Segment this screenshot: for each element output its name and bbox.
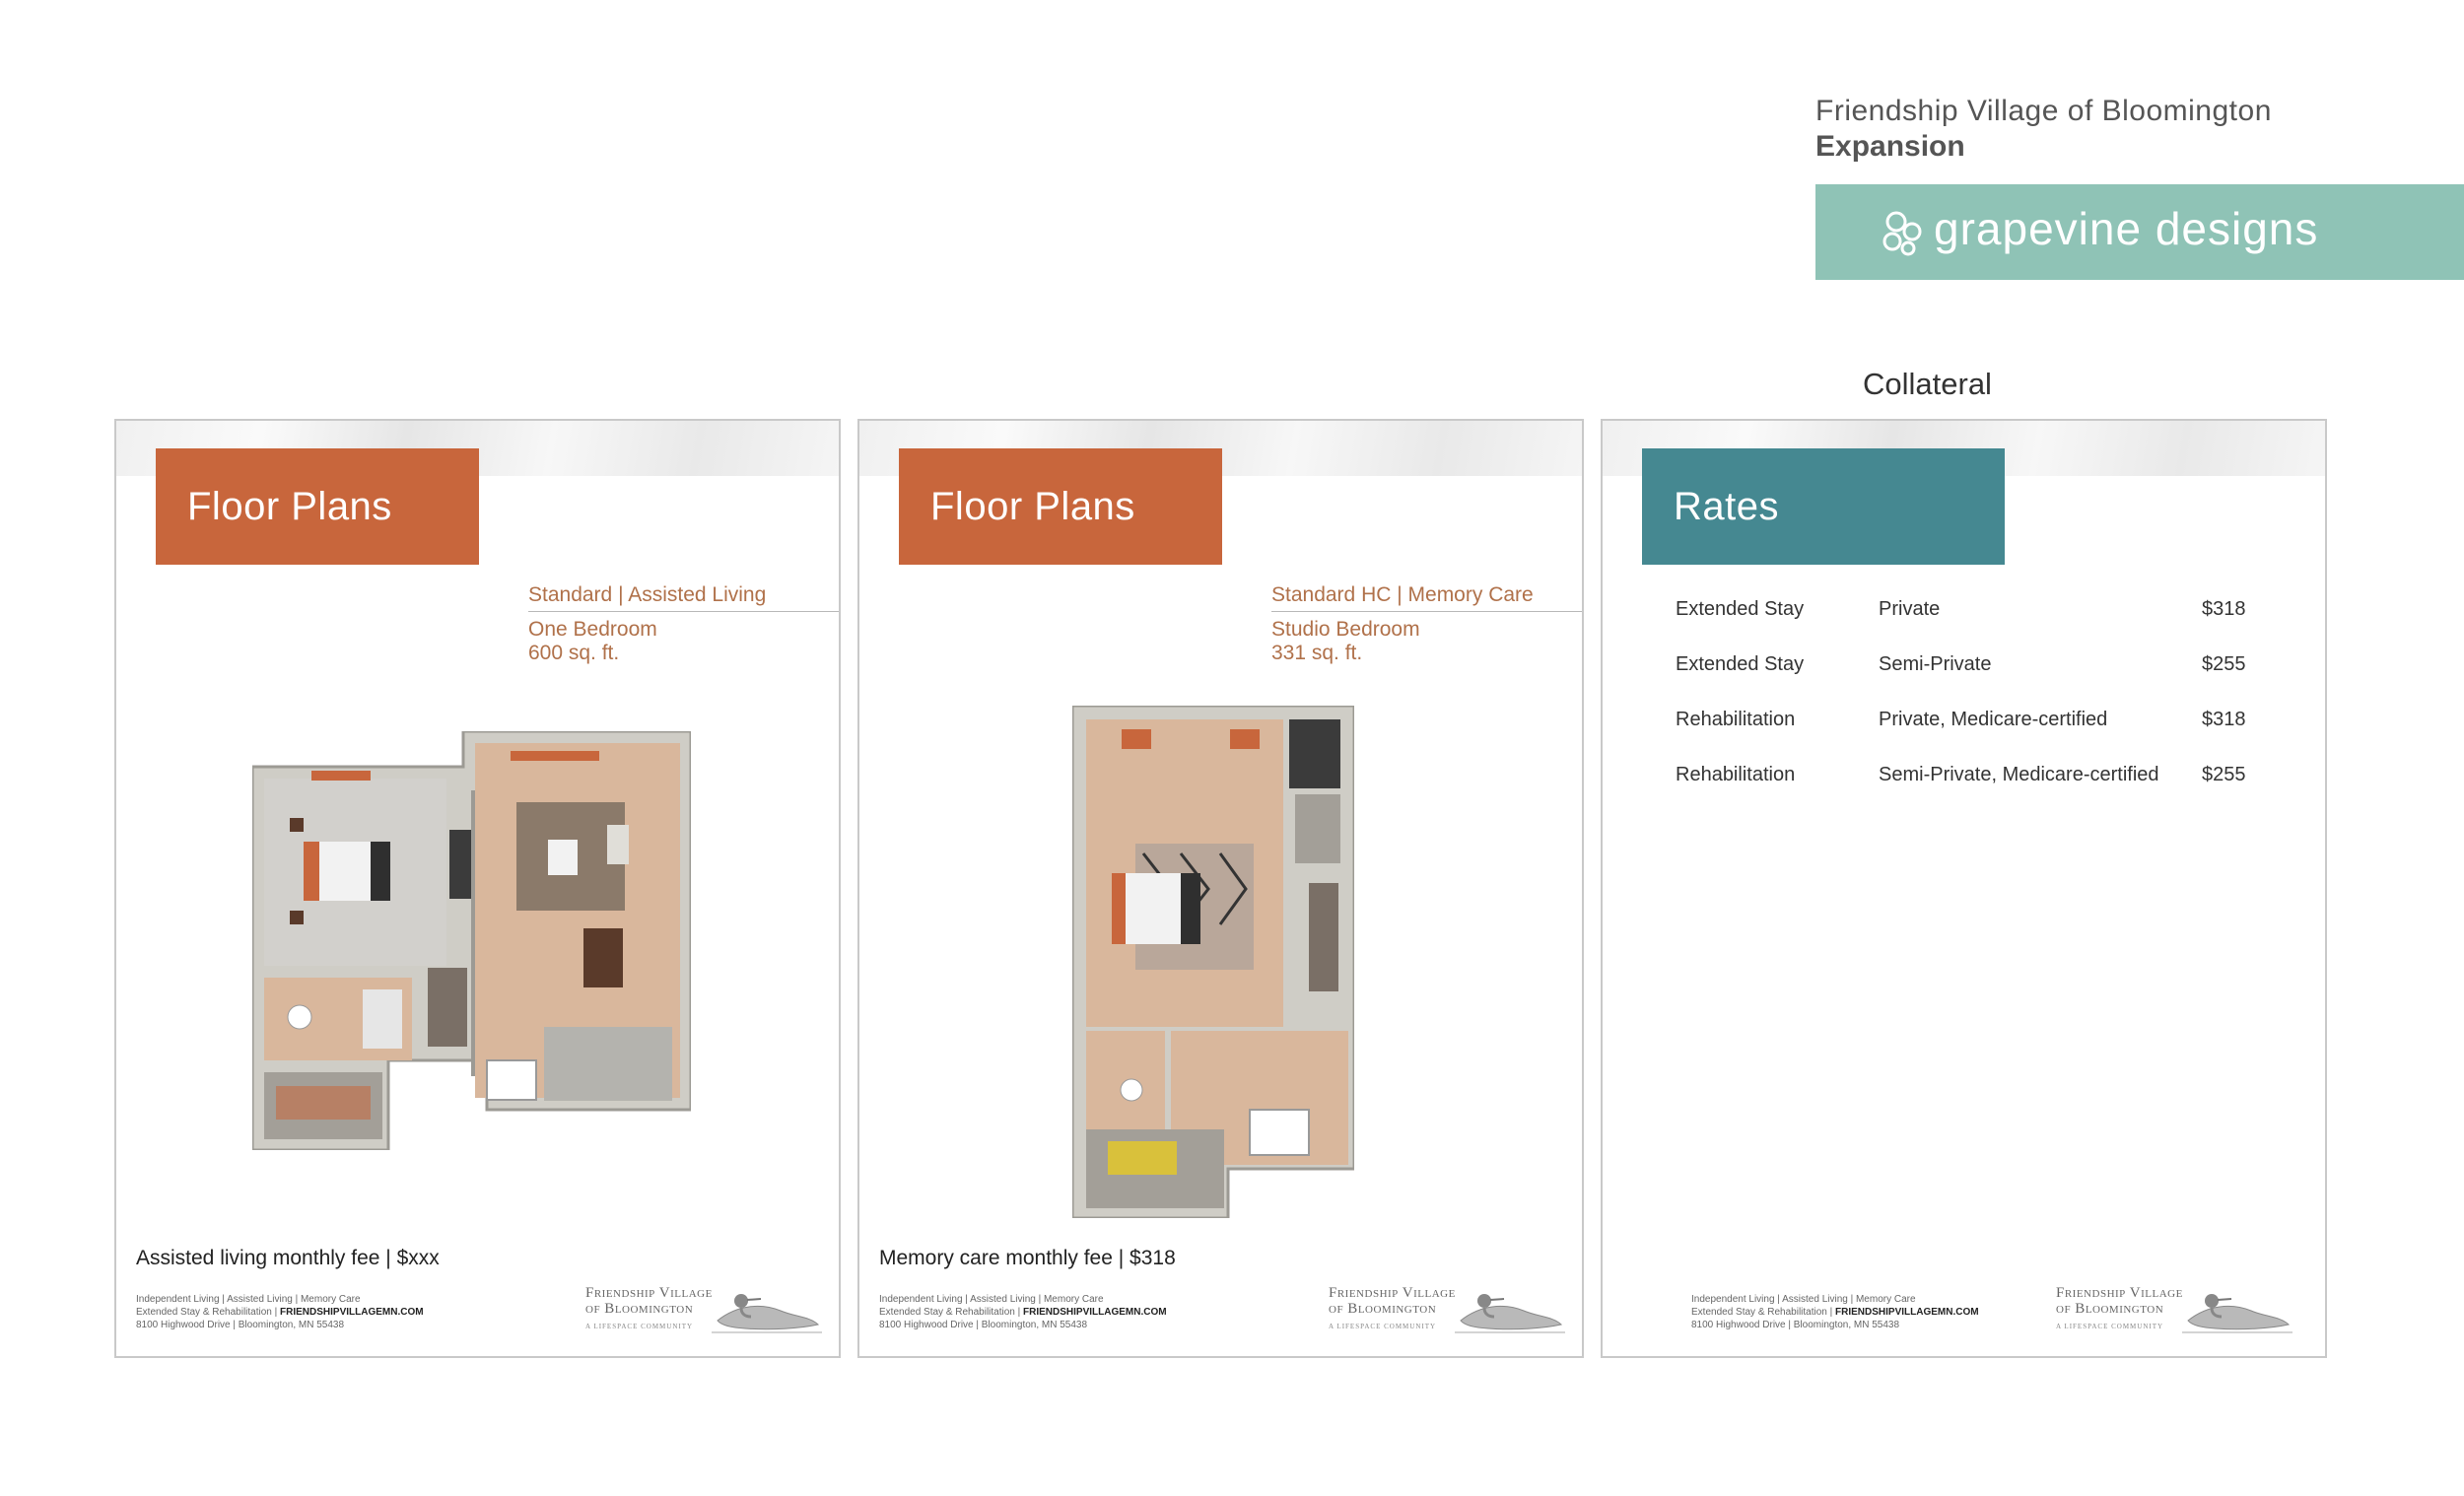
- plan-size: 331 sq. ft.: [1271, 642, 1363, 664]
- divider: [528, 611, 839, 612]
- rate-price: $255: [2202, 653, 2246, 675]
- rate-price: $318: [2202, 709, 2246, 730]
- website-link[interactable]: FRIENDSHIPVILLAGEMN.COM: [1023, 1307, 1167, 1318]
- room-type: Private: [1879, 598, 1941, 620]
- friendship-village-logo: Friendship Village of Bloomington A LIFES…: [2056, 1285, 2293, 1340]
- stay-type: Extended Stay: [1676, 598, 1805, 620]
- floor-plan-card-memory-care: Floor Plans Standard HC | Memory Care St…: [857, 419, 1584, 1358]
- floor-plan-studio-image: [1072, 706, 1354, 1218]
- room-type: Semi-Private: [1879, 653, 1992, 675]
- floor-plan-card-assisted-living: Floor Plans Standard | Assisted Living O…: [114, 419, 841, 1358]
- plan-type: Studio Bedroom: [1271, 618, 1420, 641]
- website-link[interactable]: FRIENDSHIPVILLAGEMN.COM: [280, 1307, 424, 1318]
- loon-bird-icon: [1455, 1294, 1565, 1333]
- friendship-village-logo: Friendship Village of Bloomington A LIFES…: [585, 1285, 822, 1340]
- card-tag: Floor Plans: [899, 448, 1222, 565]
- footer-contact: Independent Living | Assisted Living | M…: [879, 1294, 1167, 1330]
- rate-price: $318: [2202, 598, 2246, 620]
- project-subtitle: Expansion: [1815, 130, 1965, 163]
- footer-contact: Independent Living | Assisted Living | M…: [136, 1294, 424, 1330]
- brand-name: grapevine designs: [1934, 203, 2319, 254]
- website-link[interactable]: FRIENDSHIPVILLAGEMN.COM: [1835, 1307, 1979, 1318]
- card-tag: Rates: [1642, 448, 2005, 565]
- stay-type: Extended Stay: [1676, 653, 1805, 675]
- plan-type: One Bedroom: [528, 618, 657, 641]
- divider: [1271, 611, 1582, 612]
- loon-bird-icon: [2182, 1294, 2293, 1333]
- room-type: Private, Medicare-certified: [1879, 709, 2108, 730]
- rate-price: $255: [2202, 764, 2246, 785]
- brand-banner: grapevine designs: [1815, 184, 2464, 280]
- section-label: Collateral: [1863, 367, 1992, 401]
- friendship-village-logo: Friendship Village of Bloomington A LIFES…: [1329, 1285, 1565, 1340]
- rates-card: Rates Extended Stay Private $318 Extende…: [1601, 419, 2327, 1358]
- loon-bird-icon: [712, 1294, 822, 1333]
- floor-plan-one-bedroom-image: [252, 731, 691, 1150]
- grapevine-logo-icon: [1882, 211, 1922, 256]
- plan-size: 600 sq. ft.: [528, 642, 620, 664]
- room-type: Semi-Private, Medicare-certified: [1879, 764, 2159, 785]
- monthly-fee: Assisted living monthly fee | $xxx: [136, 1247, 440, 1269]
- stay-type: Rehabilitation: [1676, 709, 1796, 730]
- monthly-fee: Memory care monthly fee | $318: [879, 1247, 1176, 1269]
- project-title: Friendship Village of Bloomington: [1815, 95, 2272, 127]
- footer-contact: Independent Living | Assisted Living | M…: [1691, 1294, 1979, 1330]
- stay-type: Rehabilitation: [1676, 764, 1796, 785]
- plan-category: Standard | Assisted Living: [528, 583, 767, 606]
- plan-category: Standard HC | Memory Care: [1271, 583, 1534, 606]
- card-tag: Floor Plans: [156, 448, 479, 565]
